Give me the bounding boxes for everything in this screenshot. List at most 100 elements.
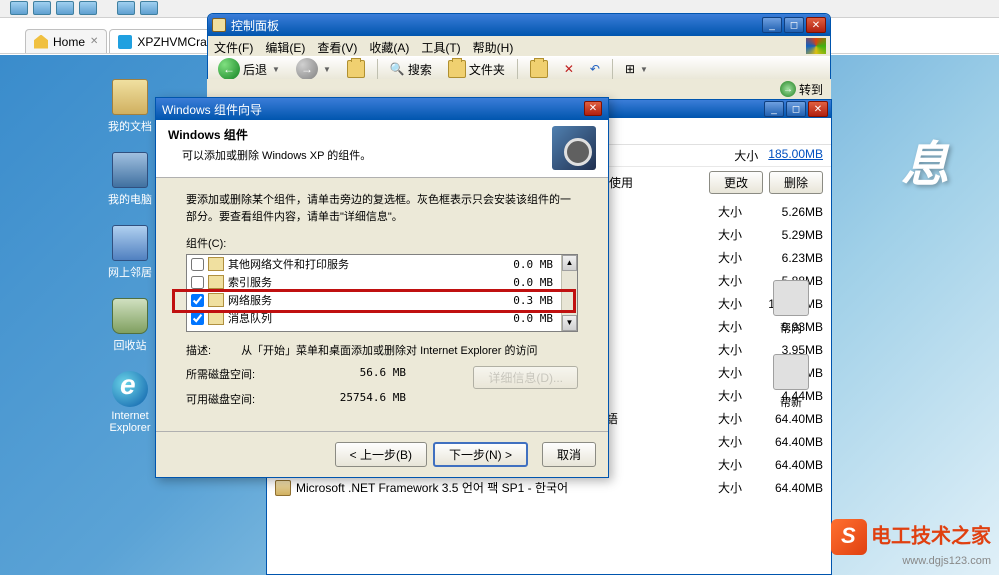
wizard-header: Windows 组件 可以添加或删除 Windows XP 的组件。 xyxy=(156,120,608,178)
host-icon[interactable] xyxy=(33,1,51,15)
program-icon xyxy=(275,480,291,496)
desktop-my-computer[interactable]: 我的电脑 xyxy=(100,152,160,207)
separator xyxy=(612,59,613,79)
wizard-icon[interactable] xyxy=(773,280,809,316)
tool-button[interactable] xyxy=(524,58,554,80)
tab-home[interactable]: Home ✕ xyxy=(25,29,107,53)
wizard-body: 要添加或删除某个组件，请单击旁边的复选框。灰色框表示只会安装该组件的一部分。要查… xyxy=(156,178,608,423)
forward-icon: → xyxy=(296,58,318,80)
instruction-text: 要添加或删除某个组件，请单击旁边的复选框。灰色框表示只会安装该组件的一部分。要查… xyxy=(186,192,578,225)
titlebar[interactable]: 控制面板 _ ◻ ✕ xyxy=(208,14,830,36)
program-row[interactable]: Microsoft .NET Framework 3.5 언어 팩 SP1 - … xyxy=(275,476,823,499)
wizard-footer: < 上一步(B) 下一步(N) > 取消 xyxy=(156,431,608,477)
disc-icon xyxy=(552,126,596,170)
remove-button[interactable]: 删除 xyxy=(769,171,823,194)
component-row[interactable]: 其他网络文件和打印服务0.0 MB xyxy=(187,255,577,273)
program-size: 5.29MB xyxy=(753,228,823,242)
watermark: 电工技术之家 www.dgjs123.com xyxy=(831,519,991,567)
maximize-button[interactable]: ◻ xyxy=(786,101,806,117)
component-icon xyxy=(208,257,224,271)
close-button[interactable]: ✕ xyxy=(808,101,828,117)
minimize-button[interactable]: _ xyxy=(762,17,782,33)
up-button[interactable] xyxy=(341,58,371,80)
size-link[interactable]: 185.00MB xyxy=(768,147,823,164)
refresh-icon[interactable] xyxy=(773,354,809,390)
menu-help[interactable]: 帮助(H) xyxy=(473,39,514,53)
desktop-my-documents[interactable]: 我的文档 xyxy=(100,79,160,134)
menu-bar: 文件(F) 编辑(E) 查看(V) 收藏(A) 工具(T) 帮助(H) xyxy=(208,36,830,56)
component-checkbox[interactable] xyxy=(191,312,204,325)
size-label: 大小 xyxy=(718,433,753,450)
undo-button[interactable]: ↶ xyxy=(584,60,606,78)
wizard-titlebar[interactable]: Windows 组件向导 ✕ xyxy=(156,98,608,120)
close-icon[interactable]: ✕ xyxy=(90,36,98,47)
scroll-track[interactable] xyxy=(562,271,577,315)
scroll-down-button[interactable]: ▼ xyxy=(562,315,577,331)
size-label: 大小 xyxy=(718,318,753,335)
size-label: 大小 xyxy=(718,226,753,243)
program-size: 64.40MB xyxy=(753,435,823,449)
size-label: 大小 xyxy=(718,479,753,496)
wallpaper-text: 息 xyxy=(901,125,949,195)
maximize-button[interactable]: ◻ xyxy=(784,17,804,33)
host-icon[interactable] xyxy=(79,1,97,15)
component-row[interactable]: 网络服务0.3 MB xyxy=(187,291,577,309)
size-label: 大小 xyxy=(718,203,753,220)
host-icon[interactable] xyxy=(56,1,74,15)
component-checkbox[interactable] xyxy=(191,294,204,307)
close-button[interactable]: ✕ xyxy=(806,17,826,33)
back-button[interactable]: < 上一步(B) xyxy=(335,442,427,467)
component-name: 消息队列 xyxy=(228,310,513,326)
menu-favorites[interactable]: 收藏(A) xyxy=(369,39,409,53)
component-checkbox[interactable] xyxy=(191,276,204,289)
folder-icon xyxy=(448,60,466,78)
desktop-recycle-bin[interactable]: 回收站 xyxy=(100,298,160,353)
program-size: 5.26MB xyxy=(753,205,823,219)
icon xyxy=(530,60,548,78)
components-listbox[interactable]: 其他网络文件和打印服务0.0 MB索引服务0.0 MB网络服务0.3 MB消息队… xyxy=(186,254,578,332)
component-name: 索引服务 xyxy=(228,274,513,290)
menu-edit[interactable]: 编辑(E) xyxy=(265,39,305,53)
folder-icon xyxy=(112,79,148,115)
menu-view[interactable]: 查看(V) xyxy=(317,39,357,53)
close-button[interactable]: ✕ xyxy=(584,101,602,116)
components-label: 组件(C): xyxy=(186,235,578,251)
go-icon: → xyxy=(780,81,796,97)
go-button[interactable]: →转到 xyxy=(772,79,831,99)
menu-file[interactable]: 文件(F) xyxy=(214,39,253,53)
scrollbar[interactable]: ▲ ▼ xyxy=(561,255,577,331)
menu-tools[interactable]: 工具(T) xyxy=(421,39,460,53)
size-label: 大小 xyxy=(718,456,753,473)
folders-button[interactable]: 文件夹 xyxy=(442,58,511,80)
component-icon xyxy=(208,275,224,289)
search-button[interactable]: 🔍搜索 xyxy=(384,59,438,80)
minimize-button[interactable]: _ xyxy=(764,101,784,117)
desktop-network[interactable]: 网上邻居 xyxy=(100,225,160,280)
views-button[interactable]: ⊞▼ xyxy=(619,60,654,78)
component-name: 其他网络文件和打印服务 xyxy=(228,256,513,272)
desktop-ie[interactable]: Internet Explorer xyxy=(100,371,160,434)
size-label: 大小 xyxy=(718,341,753,358)
next-button[interactable]: 下一步(N) > xyxy=(433,442,528,467)
program-size: 64.40MB xyxy=(753,481,823,495)
cancel-button[interactable]: 取消 xyxy=(542,442,596,467)
folder-up-icon xyxy=(347,60,365,78)
sidebar-icons: 帮向 帮新 xyxy=(766,280,816,428)
undo-icon: ↶ xyxy=(590,62,600,76)
windows-flag-icon xyxy=(806,38,826,54)
tool-button[interactable]: ✕ xyxy=(558,60,580,78)
host-icon[interactable] xyxy=(117,1,135,15)
component-row[interactable]: 消息队列0.0 MB xyxy=(187,309,577,327)
cp-icon xyxy=(212,18,226,32)
host-icon[interactable] xyxy=(10,1,28,15)
watermark-logo-icon xyxy=(831,519,867,555)
change-button[interactable]: 更改 xyxy=(709,171,763,194)
address-bar-area: →转到 xyxy=(207,79,831,99)
component-checkbox[interactable] xyxy=(191,258,204,271)
scroll-up-button[interactable]: ▲ xyxy=(562,255,577,271)
component-row[interactable]: 索引服务0.0 MB xyxy=(187,273,577,291)
tab-label: Home xyxy=(53,35,85,49)
host-icon[interactable] xyxy=(140,1,158,15)
disk-space-info: 所需磁盘空间:56.6 MB 详细信息(D)... 可用磁盘空间:25754.6… xyxy=(186,366,578,407)
header-subtitle: 可以添加或删除 Windows XP 的组件。 xyxy=(168,147,371,163)
